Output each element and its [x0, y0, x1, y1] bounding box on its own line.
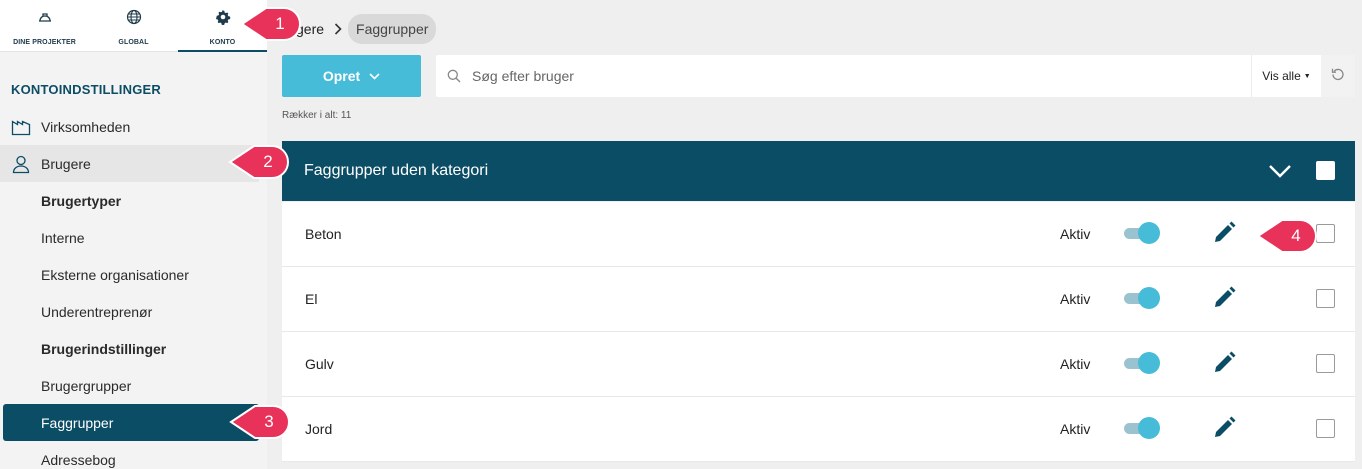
search-bar: Vis alle ▼: [436, 55, 1355, 97]
row-count: Rækker i alt: 11: [282, 110, 352, 121]
sidebar-item-label: Virksomheden: [41, 118, 131, 135]
caret-down-icon: ▼: [1303, 72, 1311, 80]
sidebar-heading-brugerindstillinger: Brugerindstillinger: [41, 340, 167, 357]
callout-number: 4: [1291, 226, 1301, 245]
table-row: Beton Aktiv: [282, 202, 1355, 267]
factory-icon: [11, 117, 31, 137]
row-select-checkbox[interactable]: [1316, 224, 1335, 243]
row-status: Aktiv: [1060, 356, 1091, 372]
user-icon: [11, 154, 31, 174]
sidebar-item-faggrupper[interactable]: Faggrupper: [3, 404, 259, 441]
pencil-icon[interactable]: [1211, 220, 1237, 246]
sidebar-item-underentreprenor[interactable]: Underentreprenør: [0, 293, 259, 330]
table-row: Gulv Aktiv: [282, 332, 1355, 397]
callout-number: 1: [275, 14, 285, 33]
row-select-checkbox[interactable]: [1316, 289, 1335, 308]
sidebar-item-brugergrupper[interactable]: Brugergrupper: [0, 367, 259, 404]
row-status: Aktiv: [1060, 291, 1091, 307]
sidebar-item-eksterne-organisationer[interactable]: Eksterne organisationer: [0, 256, 259, 293]
search-input[interactable]: [472, 68, 1232, 84]
sidebar-item-virksomheden[interactable]: Virksomheden: [0, 108, 259, 145]
nav-global[interactable]: GLOBAL: [89, 0, 178, 51]
breadcrumb: gere Faggrupper: [282, 14, 437, 44]
nav-label: KONTO: [209, 39, 236, 46]
group-title: Faggrupper uden kategori: [304, 162, 489, 179]
active-toggle[interactable]: [1124, 352, 1162, 374]
top-nav: DINE PROJEKTER GLOBAL KONTO: [0, 0, 267, 52]
row-select-checkbox[interactable]: [1316, 419, 1335, 438]
callout-marker-2: 2: [228, 144, 290, 180]
active-toggle[interactable]: [1124, 417, 1162, 439]
nav-label: DINE PROJEKTER: [13, 39, 76, 46]
chevron-down-icon: [369, 72, 380, 80]
search-icon: [447, 69, 462, 84]
row-name: Beton: [305, 226, 342, 242]
sidebar-item-brugere[interactable]: Brugere: [0, 145, 259, 182]
table-body: Beton Aktiv El Aktiv Gulv Aktiv Jord Akt…: [282, 202, 1355, 462]
row-status: Aktiv: [1060, 226, 1091, 242]
create-button[interactable]: Opret: [282, 55, 421, 97]
table-row: El Aktiv: [282, 267, 1355, 332]
callout-number: 2: [263, 152, 273, 171]
gear-icon: [215, 9, 231, 30]
sidebar-item-adressebog[interactable]: Adressebog: [0, 441, 259, 469]
sidebar: DINE PROJEKTER GLOBAL KONTO KONTOINDSTIL…: [0, 0, 267, 469]
filter-dropdown[interactable]: Vis alle ▼: [1251, 55, 1321, 97]
chevron-down-icon[interactable]: [1268, 161, 1292, 186]
group-header: Faggrupper uden kategori: [282, 141, 1355, 201]
callout-marker-4: 4: [1256, 218, 1318, 254]
create-button-label: Opret: [322, 68, 361, 84]
active-toggle[interactable]: [1124, 222, 1162, 244]
group-select-checkbox[interactable]: [1316, 161, 1335, 180]
table-row: Jord Aktiv: [282, 397, 1355, 462]
sidebar-item-interne[interactable]: Interne: [0, 219, 259, 256]
callout-number: 3: [264, 412, 274, 431]
callout-marker-1: 1: [240, 6, 302, 42]
nav-label: GLOBAL: [118, 39, 149, 46]
sidebar-item-label: Brugere: [41, 155, 91, 172]
row-status: Aktiv: [1060, 421, 1091, 437]
breadcrumb-current: Faggrupper: [348, 14, 437, 44]
row-name: Gulv: [305, 356, 334, 372]
undo-icon: [1331, 67, 1345, 86]
reset-button[interactable]: [1321, 55, 1355, 97]
section-title: KONTOINDSTILLINGER: [11, 82, 161, 97]
pencil-icon[interactable]: [1211, 285, 1237, 311]
globe-icon: [126, 9, 142, 30]
active-toggle[interactable]: [1124, 287, 1162, 309]
row-name: Jord: [305, 421, 333, 437]
chevron-right-icon: [334, 23, 342, 35]
row-name: El: [305, 291, 318, 307]
filter-dropdown-label: Vis alle: [1262, 69, 1301, 83]
callout-marker-3: 3: [229, 404, 291, 440]
hard-hat-icon: [37, 9, 53, 30]
nav-dine-projekter[interactable]: DINE PROJEKTER: [0, 0, 89, 51]
row-select-checkbox[interactable]: [1316, 354, 1335, 373]
pencil-icon[interactable]: [1211, 415, 1237, 441]
pencil-icon[interactable]: [1211, 350, 1237, 376]
sidebar-heading-brugertyper: Brugertyper: [41, 192, 122, 209]
